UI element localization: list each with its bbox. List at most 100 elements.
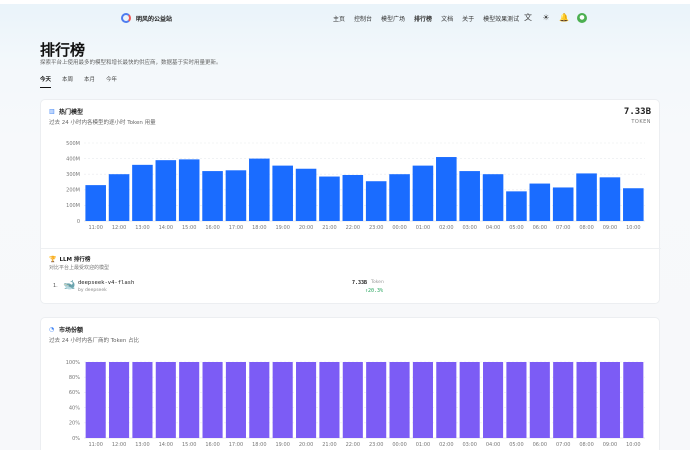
y-tick-label: 80% <box>69 375 80 381</box>
bar[interactable] <box>85 362 106 438</box>
bar[interactable] <box>225 170 247 221</box>
brand-logo-icon <box>121 13 131 23</box>
bar[interactable] <box>319 176 340 221</box>
bar[interactable] <box>389 362 410 438</box>
x-tick-label: 14:00 <box>159 225 173 231</box>
bar[interactable] <box>576 362 597 438</box>
llm-model-name[interactable]: deepseek-v4-flash <box>78 280 134 286</box>
bar[interactable] <box>506 191 527 221</box>
llm-rank: 1. <box>53 283 58 289</box>
bar[interactable] <box>436 362 457 438</box>
nav-link-model-test[interactable]: 模型效果测试 <box>483 14 519 23</box>
avatar[interactable]: ● <box>577 13 587 23</box>
tab-month[interactable]: 本月 <box>84 75 95 88</box>
bar[interactable] <box>599 177 621 221</box>
bar[interactable] <box>576 173 597 221</box>
bell-icon[interactable]: 🔔 <box>559 13 569 23</box>
x-tick-label: 17:00 <box>229 225 243 231</box>
bar[interactable] <box>553 362 574 438</box>
deepseek-whale-icon: 🐋 <box>63 280 76 291</box>
bar[interactable] <box>483 362 504 438</box>
x-tick-label: 08:00 <box>579 442 593 448</box>
llm-ranking-row[interactable]: 1. 🐋 deepseek-v4-flash by deepseek 7.33B… <box>49 278 653 298</box>
bar[interactable] <box>552 187 574 221</box>
bar[interactable] <box>296 362 317 438</box>
brand[interactable]: 明风的公益站 <box>121 13 172 23</box>
nav-links: 主页 控制台 模型广场 排行榜 文档 关于 模型效果测试 <box>333 14 528 23</box>
bar[interactable] <box>599 362 620 438</box>
x-tick-label: 10:00 <box>626 225 640 231</box>
bar[interactable] <box>249 158 270 221</box>
x-tick-label: 22:00 <box>346 442 360 448</box>
x-tick-label: 22:00 <box>346 225 360 231</box>
x-tick-label: 13:00 <box>135 225 149 231</box>
tab-week[interactable]: 本周 <box>62 75 73 88</box>
bar[interactable] <box>623 362 644 438</box>
bar[interactable] <box>109 362 130 438</box>
nav-link-about[interactable]: 关于 <box>462 14 474 23</box>
translate-icon[interactable]: 文 <box>523 13 533 23</box>
bar[interactable] <box>436 157 457 221</box>
bar[interactable] <box>202 362 223 438</box>
bar[interactable] <box>366 362 387 438</box>
bar[interactable] <box>342 174 364 221</box>
bar[interactable] <box>132 362 153 438</box>
x-tick-label: 21:00 <box>322 225 336 231</box>
bar[interactable] <box>249 362 270 438</box>
card-divider <box>41 248 661 249</box>
bar[interactable] <box>272 362 293 438</box>
x-tick-label: 19:00 <box>275 442 289 448</box>
x-tick-label: 10:00 <box>626 442 640 448</box>
bar[interactable] <box>412 165 434 221</box>
x-tick-label: 23:00 <box>369 225 383 231</box>
x-tick-label: 17:00 <box>229 442 243 448</box>
bar[interactable] <box>459 362 480 438</box>
browser-top-strip <box>0 0 690 4</box>
x-tick-label: 05:00 <box>509 442 523 448</box>
nav-link-rankings[interactable]: 排行榜 <box>414 14 432 23</box>
x-tick-label: 04:00 <box>486 225 500 231</box>
bar[interactable] <box>178 159 200 221</box>
bar[interactable] <box>295 168 317 221</box>
bar[interactable] <box>506 362 527 438</box>
bar[interactable] <box>179 362 200 438</box>
bar[interactable] <box>412 362 433 438</box>
bar[interactable] <box>623 188 644 221</box>
bar[interactable] <box>155 362 176 438</box>
bar[interactable] <box>389 174 410 221</box>
y-tick-label: 20% <box>69 421 80 427</box>
bar[interactable] <box>365 181 387 221</box>
nav-link-docs[interactable]: 文档 <box>441 14 453 23</box>
x-tick-label: 16:00 <box>205 225 219 231</box>
tab-today[interactable]: 今天 <box>40 75 52 88</box>
bar[interactable] <box>155 160 177 221</box>
bar[interactable] <box>319 362 340 438</box>
bar[interactable] <box>132 164 153 221</box>
nav-link-home[interactable]: 主页 <box>333 14 345 23</box>
x-tick-label: 23:00 <box>369 442 383 448</box>
market-share-chart: 0% 20% 40% 60% 80% 100% 11:00 12:00 13:00 14:00 15… <box>66 360 645 448</box>
bar[interactable] <box>202 171 223 221</box>
bar[interactable] <box>342 362 363 438</box>
bar[interactable] <box>85 185 106 221</box>
bar[interactable] <box>459 171 480 221</box>
theme-sun-icon[interactable]: ☀ <box>541 13 551 23</box>
tab-year[interactable]: 今年 <box>106 75 117 88</box>
x-tick-label: 12:00 <box>112 225 126 231</box>
nav-link-model-square[interactable]: 模型广场 <box>381 14 405 23</box>
bar[interactable] <box>529 362 550 438</box>
x-tick-label: 18:00 <box>252 442 266 448</box>
x-tick-label: 03:00 <box>462 225 476 231</box>
llm-ranking-title-text: LLM 排行榜 <box>59 257 91 263</box>
x-tick-label: 00:00 <box>392 225 406 231</box>
nav-link-console[interactable]: 控制台 <box>354 14 372 23</box>
bar[interactable] <box>529 183 551 221</box>
bar[interactable] <box>272 165 293 221</box>
x-tick-label: 07:00 <box>556 225 570 231</box>
navbar: 明风的公益站 主页 控制台 模型广场 排行榜 文档 关于 模型效果测试 文 ☀ … <box>0 8 690 30</box>
bar[interactable] <box>108 174 130 221</box>
y-tick-label: 200M <box>66 188 80 194</box>
bar[interactable] <box>482 174 504 221</box>
bar[interactable] <box>225 362 246 438</box>
x-tick-label: 04:00 <box>486 442 500 448</box>
